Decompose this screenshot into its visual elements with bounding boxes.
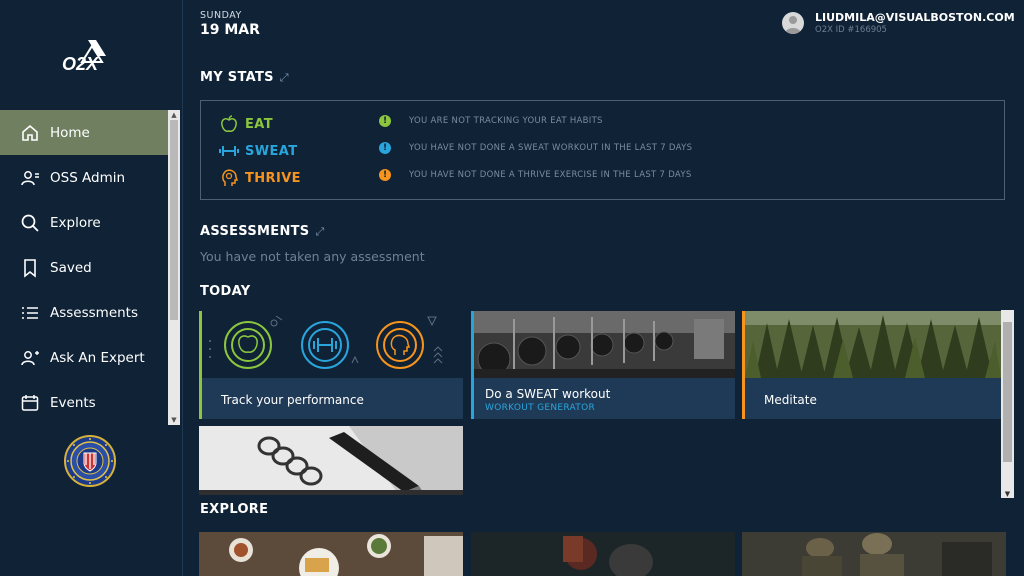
expand-icon[interactable]: ⤢	[280, 71, 289, 85]
user-email[interactable]: LIUDMILA@VISUALBOSTON.COM	[815, 11, 1015, 24]
stats-panel: EAT ! YOU ARE NOT TRACKING YOUR EAT HABI…	[200, 100, 1005, 200]
expand-icon[interactable]: ⤢	[315, 225, 324, 239]
sidebar-item-label: Explore	[50, 214, 101, 231]
stat-row-thrive: THRIVE	[219, 168, 301, 188]
date-day: SUNDAY	[200, 10, 242, 21]
card-label: Do a SWEAT workout	[485, 387, 611, 401]
soldiers-image	[742, 532, 1006, 576]
sidebar-item-label: Events	[50, 394, 96, 411]
user-question-icon	[21, 350, 39, 365]
my-stats-heading: MY STATS ⤢	[200, 70, 289, 85]
scroll-up-arrow-icon[interactable]: ▲	[168, 110, 180, 120]
stat-message: YOU ARE NOT TRACKING YOUR EAT HABITS	[409, 116, 603, 126]
explore-heading: EXPLORE	[200, 502, 269, 517]
assessments-empty-message: You have not taken any assessment	[200, 249, 425, 264]
forest-image	[745, 311, 1001, 378]
dumbbell-icon	[219, 146, 239, 156]
date-display: 19 MAR	[200, 22, 260, 38]
card-label: Meditate	[764, 393, 817, 407]
sidebar-item-label: Saved	[50, 259, 92, 276]
scrollbar-thumb[interactable]	[1003, 322, 1012, 462]
stat-message: YOU HAVE NOT DONE A THRIVE EXERCISE IN T…	[409, 170, 692, 180]
explore-card-food[interactable]	[199, 532, 463, 576]
assessments-heading: ASSESSMENTS ⤢	[200, 224, 325, 239]
card-illustration	[202, 311, 463, 378]
user-id: O2X ID #166905	[815, 25, 887, 35]
section-title-text: MY STATS	[200, 70, 274, 85]
info-icon: !	[379, 169, 391, 181]
sidebar-item-home[interactable]: Home	[0, 110, 168, 155]
user-admin-icon	[21, 170, 39, 185]
home-icon	[22, 124, 38, 141]
sidebar-item-label: Home	[50, 124, 90, 141]
scrollbar-thumb[interactable]	[170, 120, 178, 320]
explore-card-military[interactable]	[742, 532, 1006, 576]
food-table-image	[199, 532, 463, 576]
svg-text:O2X: O2X	[62, 54, 99, 74]
stat-row-eat: EAT	[219, 114, 273, 134]
sidebar: O2X Home OSS Admin Explore Saved Assessm…	[0, 0, 183, 576]
card-track-performance[interactable]: Track your performance	[199, 311, 463, 419]
card-meditate[interactable]: Meditate	[742, 311, 1001, 419]
sidebar-scrollbar[interactable]: ▲ ▼	[168, 110, 180, 425]
list-icon	[22, 306, 38, 319]
info-icon: !	[379, 142, 391, 154]
today-scrollbar[interactable]: ▼	[1001, 310, 1014, 498]
card-journal[interactable]	[199, 426, 463, 495]
sidebar-item-explore[interactable]: Explore	[0, 200, 168, 245]
card-sweat-workout[interactable]: Do a SWEAT workout WORKOUT GENERATOR	[471, 311, 735, 419]
head-brain-icon	[222, 169, 239, 186]
sidebar-item-oss-admin[interactable]: OSS Admin	[0, 155, 168, 200]
card-sublabel[interactable]: WORKOUT GENERATOR	[485, 403, 595, 413]
sidebar-item-label: Assessments	[50, 304, 139, 321]
sidebar-item-saved[interactable]: Saved	[0, 245, 168, 290]
scroll-down-arrow-icon[interactable]: ▼	[168, 415, 180, 425]
scroll-down-arrow-icon[interactable]: ▼	[1001, 490, 1014, 498]
search-icon	[21, 214, 39, 232]
notebook-pen-image	[199, 426, 463, 495]
sidebar-item-ask-an-expert[interactable]: Ask An Expert	[0, 335, 168, 380]
apple-icon	[221, 115, 237, 132]
section-title-text: ASSESSMENTS	[200, 224, 310, 239]
avatar[interactable]	[782, 12, 804, 34]
stat-label: EAT	[245, 116, 273, 132]
sidebar-nav: Home OSS Admin Explore Saved Assessments…	[0, 110, 168, 425]
sidebar-item-assessments[interactable]: Assessments	[0, 290, 168, 335]
person-drinking-image	[471, 532, 735, 576]
sidebar-item-events[interactable]: Events	[0, 380, 168, 425]
sidebar-item-label: OSS Admin	[50, 169, 126, 186]
explore-card-drink[interactable]	[471, 532, 735, 576]
gym-weights-image	[474, 311, 735, 378]
stat-label: SWEAT	[245, 143, 298, 159]
stat-row-sweat: SWEAT	[219, 141, 298, 161]
calendar-icon	[21, 394, 39, 411]
info-icon: !	[379, 115, 391, 127]
fbi-seal-logo	[64, 435, 116, 487]
stat-label: THRIVE	[245, 170, 301, 186]
sidebar-item-label: Ask An Expert	[50, 349, 145, 366]
bookmark-icon	[24, 258, 36, 278]
card-label: Track your performance	[221, 393, 364, 407]
today-heading: TODAY	[200, 284, 251, 299]
stat-message: YOU HAVE NOT DONE A SWEAT WORKOUT IN THE…	[409, 143, 693, 153]
o2x-logo[interactable]: O2X	[58, 36, 122, 76]
